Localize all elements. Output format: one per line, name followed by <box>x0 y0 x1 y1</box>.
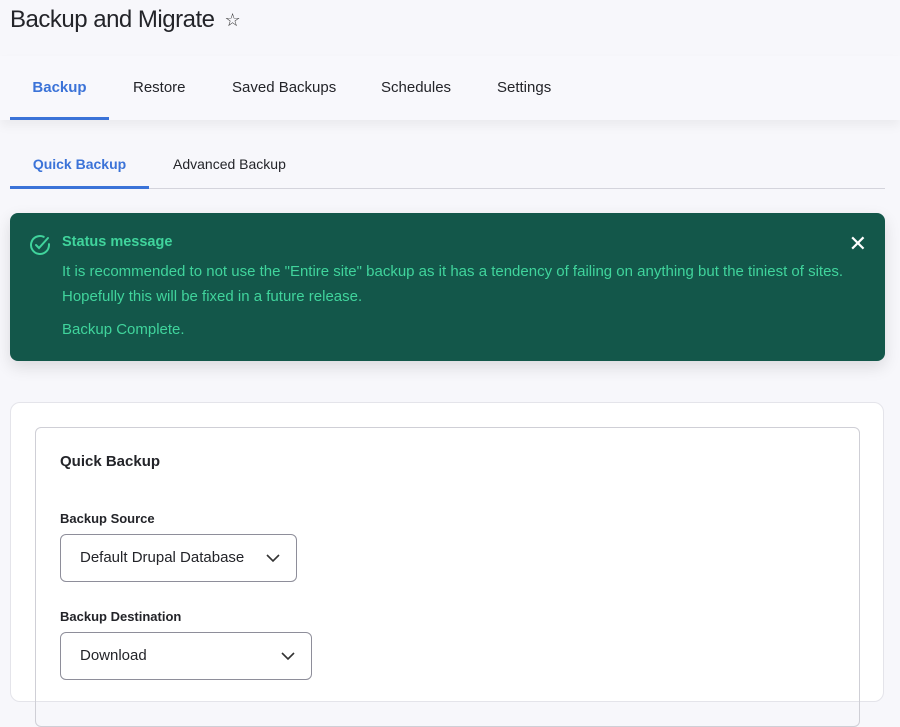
chevron-down-icon <box>266 554 280 563</box>
check-circle-icon <box>30 235 50 255</box>
chevron-down-icon <box>281 652 295 661</box>
backup-source-value: Default Drupal Database <box>80 549 245 566</box>
form-card: Quick Backup Backup Source Default Drupa… <box>10 402 884 727</box>
fieldset-legend: Quick Backup <box>60 453 161 470</box>
status-message: Status message It is recommended to not … <box>10 213 885 361</box>
tab-schedules[interactable]: Schedules <box>381 56 451 120</box>
tab-saved-backups[interactable]: Saved Backups <box>232 56 336 120</box>
page-title: Backup and Migrate ☆ <box>10 6 241 34</box>
status-text: Backup Complete. <box>62 321 185 338</box>
quick-backup-fieldset: Quick Backup Backup Source Default Drupa… <box>35 427 860 727</box>
page-title-text: Backup and Migrate <box>10 6 215 33</box>
tab-backup[interactable]: Backup <box>10 56 109 120</box>
secondary-tabs: Quick Backup Advanced Backup <box>10 140 885 189</box>
tab-quick-backup[interactable]: Quick Backup <box>10 140 149 189</box>
backup-source-select[interactable]: Default Drupal Database <box>60 534 297 582</box>
close-icon[interactable]: ✕ <box>849 231 867 257</box>
backup-destination-select[interactable]: Download <box>60 632 312 680</box>
backup-destination-label: Backup Destination <box>60 609 182 624</box>
primary-tabs: Backup Restore Saved Backups Schedules S… <box>0 56 900 120</box>
backup-source-label: Backup Source <box>60 511 155 526</box>
status-text: It is recommended to not use the "Entire… <box>62 263 844 305</box>
tab-restore[interactable]: Restore <box>133 56 186 120</box>
status-heading: Status message <box>62 234 173 250</box>
backup-destination-value: Download <box>80 647 147 664</box>
star-icon[interactable]: ☆ <box>224 10 240 31</box>
tab-advanced-backup[interactable]: Advanced Backup <box>173 140 286 189</box>
tab-settings[interactable]: Settings <box>497 56 551 120</box>
